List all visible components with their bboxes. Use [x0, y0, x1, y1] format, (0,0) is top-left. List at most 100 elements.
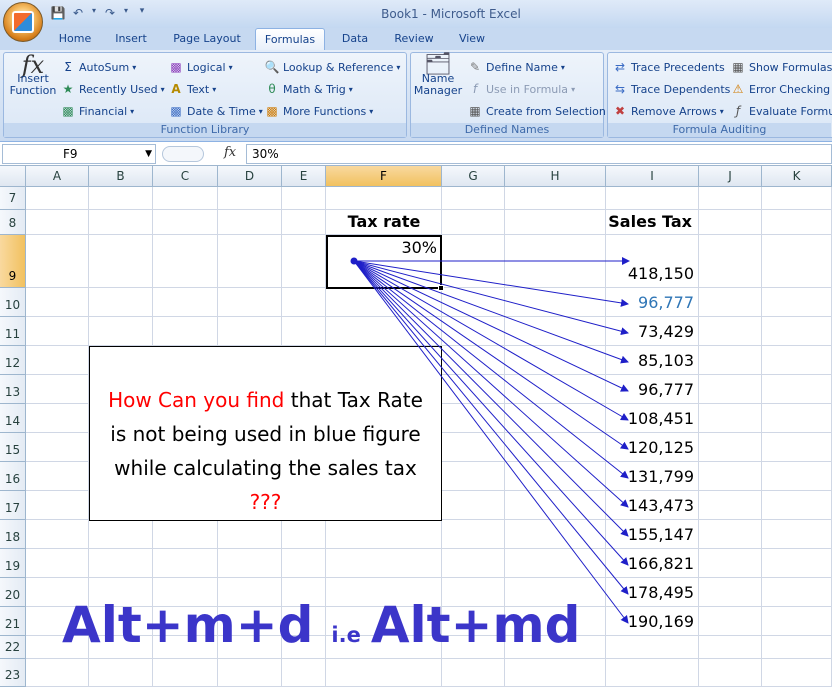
- financial-button[interactable]: ▩ Financial ▾: [60, 103, 134, 119]
- create-from-selection-button[interactable]: ▦ Create from Selection: [467, 103, 606, 119]
- window-title: Book1 - Microsoft Excel: [381, 7, 521, 21]
- trace-dependents-button[interactable]: ⇆ Trace Dependents: [612, 81, 730, 97]
- defined-names-label: Defined Names: [411, 123, 603, 137]
- sales-tax-value[interactable]: 120,125: [606, 438, 694, 457]
- row-header-21[interactable]: 21: [0, 607, 26, 636]
- tab-insert[interactable]: Insert: [106, 28, 156, 50]
- star-book-icon: ★: [62, 82, 74, 96]
- row-header-7[interactable]: 7: [0, 187, 26, 210]
- fill-handle[interactable]: [438, 285, 444, 291]
- column-header-a[interactable]: A: [26, 166, 89, 187]
- callout-line1-black: that Tax Rate: [284, 388, 423, 412]
- sales-tax-value[interactable]: 85,103: [606, 351, 694, 370]
- row-header-17[interactable]: 17: [0, 491, 26, 520]
- formula-input[interactable]: 30%: [246, 144, 832, 164]
- formula-controls: fx: [160, 144, 242, 164]
- column-header-b[interactable]: B: [89, 166, 153, 187]
- financial-book-icon: ▩: [62, 104, 74, 118]
- sales-tax-value[interactable]: 96,777: [606, 380, 694, 399]
- autosum-button[interactable]: Σ AutoSum ▾: [60, 59, 136, 75]
- tab-review[interactable]: Review: [386, 28, 442, 50]
- row-header-10[interactable]: 10: [0, 288, 26, 317]
- row-header-23[interactable]: 23: [0, 659, 26, 687]
- sales-tax-value[interactable]: 155,147: [606, 525, 694, 544]
- evaluate-formula-button[interactable]: ƒ Evaluate Formula: [730, 103, 832, 119]
- more-functions-button[interactable]: ▩ More Functions ▾: [264, 103, 373, 119]
- chevron-down-icon: ▾: [228, 62, 233, 72]
- insert-function-fx-icon[interactable]: fx: [224, 145, 236, 160]
- logical-button[interactable]: ▩ Logical ▾: [168, 59, 233, 75]
- create-from-selection-label: Create from Selection: [486, 104, 606, 118]
- math-trig-button[interactable]: θ Math & Trig ▾: [264, 81, 352, 97]
- chevron-down-icon: ▾: [160, 84, 165, 94]
- shortcut-ie: i.e: [331, 623, 361, 647]
- callout-line4-red: ???: [249, 490, 282, 514]
- lookup-reference-button[interactable]: 🔍 Lookup & Reference ▾: [264, 59, 401, 75]
- row-header-15[interactable]: 15: [0, 433, 26, 462]
- row-header-12[interactable]: 12: [0, 346, 26, 375]
- row-header-16[interactable]: 16: [0, 462, 26, 491]
- remove-arrows-button[interactable]: ✖ Remove Arrows ▾: [612, 103, 724, 119]
- row-header-14[interactable]: 14: [0, 404, 26, 433]
- date-time-label: Date & Time: [187, 104, 256, 118]
- sales-tax-value[interactable]: 166,821: [606, 554, 694, 573]
- text-button[interactable]: A Text ▾: [168, 81, 216, 97]
- sales-tax-value[interactable]: 178,495: [606, 583, 694, 602]
- column-header-h[interactable]: H: [505, 166, 606, 187]
- trace-precedents-button[interactable]: ⇄ Trace Precedents: [612, 59, 725, 75]
- office-button[interactable]: [3, 2, 43, 42]
- tag-icon: ✎: [469, 60, 481, 74]
- tab-home[interactable]: Home: [52, 28, 98, 50]
- defined-names-group: 🗂 Name Manager ✎ Define Name ▾ f Use in For…: [410, 52, 606, 138]
- sales-tax-value[interactable]: 73,429: [606, 322, 694, 341]
- math-trig-label: Math & Trig: [283, 82, 346, 96]
- more-functions-label: More Functions: [283, 104, 367, 118]
- evaluate-formula-icon: ƒ: [735, 104, 741, 118]
- insert-function-button[interactable]: fx Insert Function: [8, 51, 58, 97]
- column-header-c[interactable]: C: [153, 166, 218, 187]
- name-manager-button[interactable]: 🗂 Name Manager: [413, 54, 463, 97]
- column-header-f[interactable]: F: [326, 166, 442, 187]
- column-header-k[interactable]: K: [762, 166, 832, 187]
- row-header-18[interactable]: 18: [0, 520, 26, 549]
- sales-tax-value[interactable]: 131,799: [606, 467, 694, 486]
- sales-tax-value[interactable]: 418,150: [606, 264, 694, 283]
- column-header-j[interactable]: J: [699, 166, 762, 187]
- name-box[interactable]: F9 ▼: [2, 144, 156, 164]
- insert-function-icon: fx: [21, 51, 45, 79]
- tab-page-layout[interactable]: Page Layout: [166, 28, 248, 50]
- recently-used-button[interactable]: ★ Recently Used ▾: [60, 81, 165, 97]
- error-checking-button[interactable]: ⚠ Error Checking: [730, 81, 831, 97]
- row-header-13[interactable]: 13: [0, 375, 26, 404]
- tab-data[interactable]: Data: [334, 28, 376, 50]
- row-header-20[interactable]: 20: [0, 578, 26, 607]
- row-header-9[interactable]: 9: [0, 235, 26, 288]
- tab-formulas[interactable]: Formulas: [255, 28, 325, 51]
- tax-rate-header: Tax rate: [347, 212, 421, 231]
- select-all-corner[interactable]: [0, 166, 26, 187]
- chevron-down-icon[interactable]: ▼: [145, 145, 152, 163]
- use-in-formula-button[interactable]: f Use in Formula ▾: [467, 81, 575, 97]
- gridline-horizontal: [26, 316, 832, 317]
- show-formulas-button[interactable]: ▦ Show Formulas: [730, 59, 832, 75]
- sales-tax-value-highlighted[interactable]: 96,777: [606, 293, 694, 312]
- row-header-8[interactable]: 8: [0, 210, 26, 235]
- formula-bar-resize-handle[interactable]: [162, 146, 204, 162]
- row-header-22[interactable]: 22: [0, 636, 26, 659]
- chevron-down-icon: ▾: [369, 106, 374, 116]
- row-header-11[interactable]: 11: [0, 317, 26, 346]
- define-name-button[interactable]: ✎ Define Name ▾: [467, 59, 565, 75]
- column-header-d[interactable]: D: [218, 166, 282, 187]
- column-header-i[interactable]: I: [606, 166, 699, 187]
- sales-tax-value[interactable]: 190,169: [606, 612, 694, 631]
- tab-view[interactable]: View: [450, 28, 494, 50]
- sales-tax-value[interactable]: 108,451: [606, 409, 694, 428]
- sales-tax-value[interactable]: 143,473: [606, 496, 694, 515]
- date-time-button[interactable]: ▩ Date & Time ▾: [168, 103, 262, 119]
- row-header-19[interactable]: 19: [0, 549, 26, 578]
- column-header-g[interactable]: G: [442, 166, 505, 187]
- logical-label: Logical: [187, 60, 226, 74]
- column-header-e[interactable]: E: [282, 166, 326, 187]
- formula-auditing-group: ⇄ Trace Precedents ⇆ Trace Dependents ✖ Rem…: [607, 52, 832, 138]
- gridline-horizontal: [26, 548, 832, 549]
